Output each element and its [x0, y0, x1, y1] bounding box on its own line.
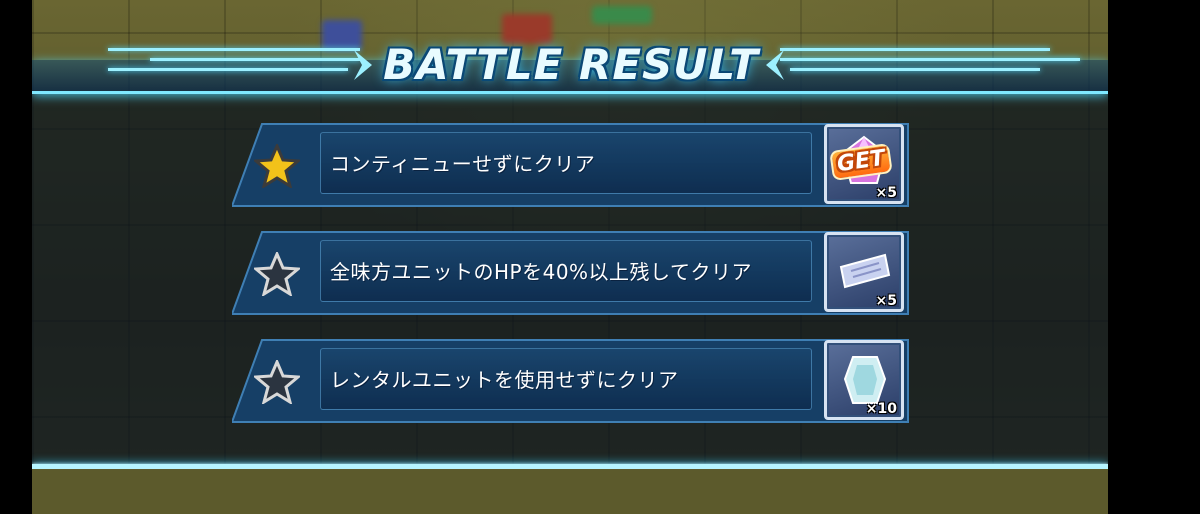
header-decor-line [150, 58, 360, 61]
footer-band [32, 469, 1108, 514]
reward-box: GET ×5 [824, 124, 904, 204]
header-decor-line [108, 48, 360, 51]
right-letterbox [1108, 0, 1200, 514]
reward-quantity: ×5 [875, 293, 897, 309]
background-unit-sprite [322, 20, 362, 50]
header-decor-line [780, 58, 1080, 61]
left-letterbox [0, 0, 32, 514]
mission-row: 全味方ユニットのHPを40%以上残してクリア ×5 [230, 228, 912, 318]
star-outline-icon [252, 250, 302, 298]
mission-label: 全味方ユニットのHPを40%以上残してクリア [330, 260, 752, 284]
mission-label: レンタルユニットを使用せずにクリア [330, 368, 679, 392]
background-unit-sprite [592, 6, 652, 24]
mission-label: コンティニューせずにクリア [330, 152, 596, 176]
reward-quantity: ×10 [865, 401, 897, 417]
reward-quantity: ×5 [875, 185, 897, 201]
star-outline-icon [252, 358, 302, 406]
header-decor-line [790, 68, 1040, 71]
page-title: BATTLE RESULT [383, 40, 759, 89]
reward-box: ×5 [824, 232, 904, 312]
header-decor-line [780, 48, 1050, 51]
star-filled-icon [252, 142, 302, 190]
header-decor-line [108, 68, 348, 71]
reward-box: ×10 [824, 340, 904, 420]
mission-row: コンティニューせずにクリア GET ×5 [230, 120, 912, 210]
mission-row: レンタルユニットを使用せずにクリア ×10 [230, 336, 912, 426]
left-chevron-icon [350, 48, 376, 82]
